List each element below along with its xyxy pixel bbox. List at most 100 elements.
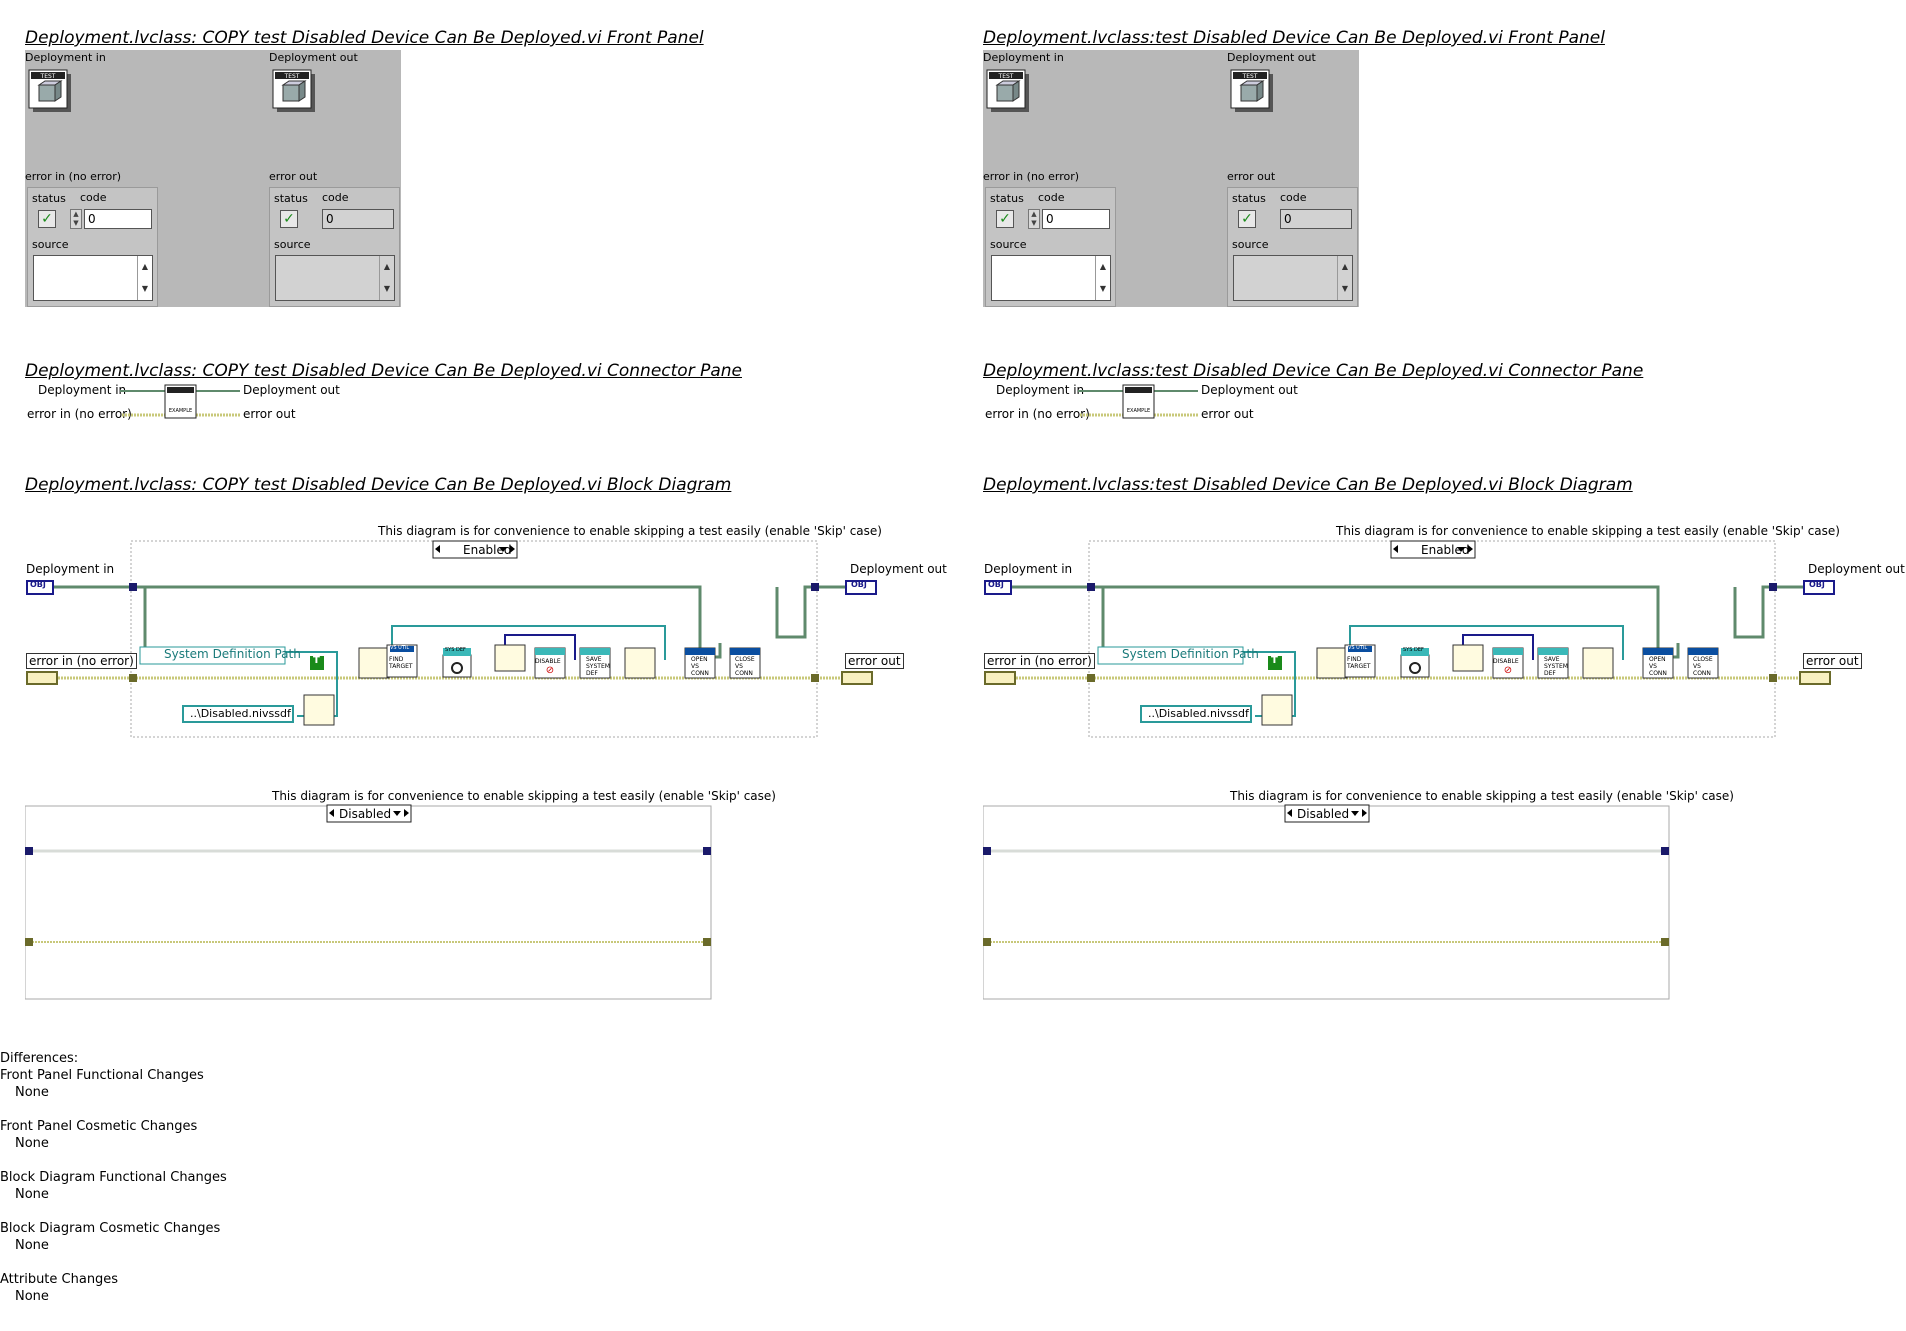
front-panel: Deployment in TEST Deployment out TEST e…: [25, 50, 401, 307]
node-find-target[interactable]: FIND TARGET: [389, 656, 413, 670]
front-panel-title: Deployment.lvclass: COPY test Disabled D…: [25, 28, 704, 48]
disabled-wires: Disabled: [25, 804, 712, 1000]
source-scrollbar[interactable]: ▲ ▼: [1337, 256, 1352, 300]
error-in-cluster: status code ✓ ▲ ▼ 0 source ▲ ▼: [27, 187, 158, 307]
diagram-wires: Enabled ⊘: [26, 540, 877, 738]
error-out-cluster: status code ✓ 0 source ▲ ▼: [269, 187, 400, 307]
block-diagram-disabled: This diagram is for convenience to enabl…: [983, 785, 1734, 1000]
status-label: status: [1232, 192, 1266, 205]
connector-pane-title: Deployment.lvclass: COPY test Disabled D…: [25, 361, 742, 381]
cp-icon-label: EXAMPLE: [169, 408, 192, 414]
diff-bd-cosmetic-value: None: [15, 1238, 49, 1253]
status-label: status: [274, 192, 308, 205]
sys-def-tag: SYS DEF: [1403, 647, 1424, 653]
bd-deployment-out: Deployment out: [1808, 562, 1905, 576]
code-input[interactable]: 0: [1042, 209, 1110, 229]
cp-icon-label: EXAMPLE: [1127, 408, 1150, 414]
left-comparison-column: Deployment.lvclass: COPY test Disabled D…: [0, 0, 950, 1000]
node-open-vs-conn[interactable]: OPEN VS CONN: [1649, 656, 1667, 677]
diff-fp-functional-title: Front Panel Functional Changes: [0, 1068, 204, 1083]
connector-pane: Deployment in error in (no error) Deploy…: [25, 382, 385, 422]
file-path-constant[interactable]: ..\Disabled.nivssdf: [1148, 707, 1249, 720]
status-check-icon: ✓: [280, 210, 298, 228]
status-label: status: [32, 192, 66, 205]
source-textbox[interactable]: ▲ ▼: [991, 255, 1111, 301]
node-disable[interactable]: DISABLE: [535, 658, 561, 665]
bd-deployment-in: Deployment in: [26, 562, 115, 576]
block-diagram-enabled: This diagram is for convenience to enabl…: [25, 520, 947, 745]
file-path-constant[interactable]: ..\Disabled.nivssdf: [190, 707, 291, 720]
test-badge: TEST: [1242, 73, 1258, 80]
code-indicator: 0: [1280, 209, 1352, 229]
connector-pane: Deployment in error in (no error) Deploy…: [983, 382, 1343, 422]
bd-deployment-in: Deployment in: [984, 562, 1073, 576]
code-spinner[interactable]: ▲ ▼: [70, 209, 82, 229]
diff-fp-functional-value: None: [15, 1085, 49, 1100]
error-out-label: error out: [269, 170, 318, 183]
node-close-vs-conn[interactable]: CLOSE VS CONN: [735, 656, 755, 677]
right-comparison-column: Deployment.lvclass:test Disabled Device …: [958, 0, 1906, 1000]
deployment-out-class-icon[interactable]: TEST: [1229, 68, 1275, 114]
deployment-out-class-icon[interactable]: TEST: [271, 68, 317, 114]
block-diagram-title: Deployment.lvclass:test Disabled Device …: [983, 475, 1633, 495]
error-in-label: error in (no error): [983, 170, 1080, 183]
deployment-in-class-icon[interactable]: TEST: [985, 68, 1031, 114]
test-badge: TEST: [40, 73, 56, 80]
code-label: code: [1280, 191, 1307, 204]
code-indicator: 0: [322, 209, 394, 229]
error-in-cluster: status code ✓ ▲ ▼ 0 source ▲ ▼: [985, 187, 1116, 307]
sys-def-tag: SYS DEF: [445, 647, 466, 653]
bool-constant[interactable]: T: [1271, 655, 1278, 666]
case-selector-disabled: Disabled: [339, 807, 391, 821]
source-scrollbar[interactable]: ▲ ▼: [379, 256, 394, 300]
sys-def-path-control[interactable]: System Definition Path: [164, 647, 301, 661]
source-label: source: [32, 238, 69, 251]
differences-header: Differences:: [0, 1051, 79, 1066]
diff-bd-functional-title: Block Diagram Functional Changes: [0, 1170, 227, 1185]
obj-tag-in: OBJ: [30, 580, 46, 589]
node-save-system-def[interactable]: SAVE SYSTEM DEF: [586, 656, 610, 677]
source-scrollbar[interactable]: ▲ ▼: [1095, 256, 1110, 300]
cp-wires: EXAMPLE: [1078, 384, 1198, 419]
error-out-cluster: status code ✓ 0 source ▲ ▼: [1227, 187, 1358, 307]
deployment-in-label: Deployment in: [25, 51, 106, 64]
status-check-icon[interactable]: ✓: [38, 210, 56, 228]
obj-tag-out: OBJ: [851, 580, 867, 589]
node-open-vs-conn[interactable]: OPEN VS CONN: [691, 656, 709, 677]
sys-def-path-control[interactable]: System Definition Path: [1122, 647, 1259, 661]
node-save-system-def[interactable]: SAVE SYSTEM DEF: [1544, 656, 1568, 677]
source-scrollbar[interactable]: ▲ ▼: [137, 256, 152, 300]
error-out-label: error out: [1227, 170, 1276, 183]
svg-text:⊘: ⊘: [1504, 665, 1512, 676]
node-close-vs-conn[interactable]: CLOSE VS CONN: [1693, 656, 1713, 677]
bd-error-in: error in (no error): [984, 653, 1095, 669]
block-diagram-title: Deployment.lvclass: COPY test Disabled D…: [25, 475, 732, 495]
diff-fp-cosmetic-value: None: [15, 1136, 49, 1151]
diff-bd-cosmetic-title: Block Diagram Cosmetic Changes: [0, 1221, 221, 1236]
bool-constant[interactable]: T: [313, 655, 320, 666]
error-in-label: error in (no error): [25, 170, 122, 183]
source-label: source: [990, 238, 1027, 251]
bd-error-out: error out: [845, 653, 904, 669]
status-check-icon[interactable]: ✓: [996, 210, 1014, 228]
source-textbox[interactable]: ▲ ▼: [33, 255, 153, 301]
node-find-target[interactable]: FIND TARGET: [1347, 656, 1371, 670]
block-diagram-disabled: This diagram is for convenience to enabl…: [25, 785, 776, 1000]
code-label: code: [1038, 191, 1065, 204]
deployment-in-class-icon[interactable]: TEST: [27, 68, 73, 114]
code-spinner[interactable]: ▲ ▼: [1028, 209, 1040, 229]
source-label: source: [1232, 238, 1269, 251]
connector-pane-title: Deployment.lvclass:test Disabled Device …: [983, 361, 1644, 381]
code-input[interactable]: 0: [84, 209, 152, 229]
source-indicator: ▲ ▼: [275, 255, 395, 301]
source-label: source: [274, 238, 311, 251]
diagram-wires: Enabled ⊘: [984, 540, 1835, 738]
vs-util-tag: VS UTIL: [390, 645, 410, 651]
bd-error-out: error out: [1803, 653, 1862, 669]
deployment-in-label: Deployment in: [983, 51, 1064, 64]
block-diagram-enabled: This diagram is for convenience to enabl…: [983, 520, 1905, 745]
node-disable[interactable]: DISABLE: [1493, 658, 1519, 665]
vs-util-tag: VS UTIL: [1348, 645, 1368, 651]
code-label: code: [80, 191, 107, 204]
test-badge: TEST: [998, 73, 1014, 80]
